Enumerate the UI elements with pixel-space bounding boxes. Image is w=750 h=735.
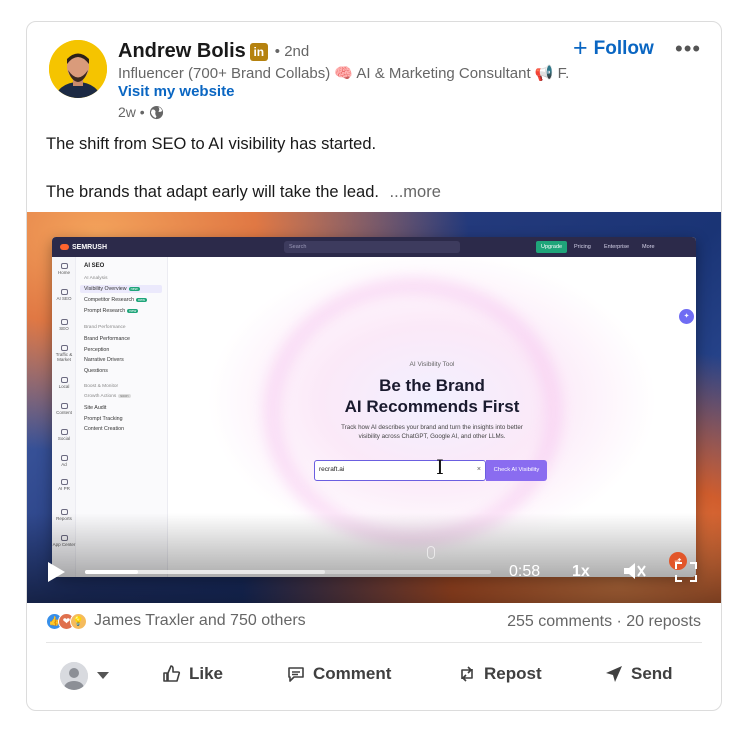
menu-title: AI SEO — [84, 263, 105, 269]
home-icon — [60, 263, 68, 269]
comment-icon — [288, 667, 304, 682]
app-topbar: SEMRUSH Search Upgrade Pricing Enterpris… — [52, 237, 696, 257]
menu-content-creation: Content Creation — [84, 426, 125, 432]
follow-label: Follow — [593, 37, 654, 59]
semrush-logo: SEMRUSH — [60, 244, 107, 251]
content-icon — [60, 403, 68, 409]
action-bar: Like Comment Repost Send — [27, 654, 721, 700]
progress-fill — [85, 570, 138, 574]
enterprise-link: Enterprise — [604, 244, 630, 250]
play-icon[interactable] — [48, 562, 65, 582]
social-icon — [60, 429, 68, 435]
reactors-text[interactable]: James Traxler and 750 others — [94, 612, 306, 630]
rail-ai-seo: AI SEO — [52, 289, 76, 301]
chevron-down-icon[interactable] — [97, 672, 109, 679]
rail-ad: Ad — [52, 455, 76, 467]
comment-label: Comment — [313, 664, 392, 683]
comments-reposts-count[interactable]: 255 comments · 20 reposts — [507, 613, 701, 631]
pricing-link: Pricing — [574, 244, 591, 250]
controls-shade — [27, 513, 721, 603]
connection-degree: • 2nd — [274, 43, 310, 60]
scroll-mouse-icon — [427, 546, 435, 559]
rail-social: Social — [52, 429, 76, 441]
playback-speed-button[interactable]: 1x — [572, 563, 590, 581]
rail-traffic: Traffic & Market — [52, 345, 76, 362]
send-icon — [606, 666, 622, 682]
app-search: Search — [284, 241, 460, 253]
check-ai-visibility-button: Check AI Visibility — [486, 460, 547, 481]
upgrade-button: Upgrade — [536, 241, 568, 253]
author-headline: Influencer (700+ Brand Collabs) 🧠 AI & M… — [118, 65, 568, 82]
video-progress-bar[interactable] — [85, 570, 491, 574]
menu-hdr-boost: Boost & Monitor — [84, 384, 119, 389]
linkedin-premium-icon: in — [249, 42, 268, 61]
post-meta: 2w • — [118, 104, 164, 120]
reactions-summary[interactable]: 👍 ❤ 💡 James Traxler and 750 others — [46, 612, 306, 630]
repost-label: Repost — [484, 664, 542, 683]
send-button[interactable]: Send — [604, 664, 673, 684]
seo-icon — [60, 319, 68, 325]
follow-button[interactable]: + Follow — [573, 36, 654, 61]
post-line-2: The brands that adapt early will take th… — [46, 183, 379, 201]
video-player[interactable]: SEMRUSH Search Upgrade Pricing Enterpris… — [27, 212, 721, 603]
like-button[interactable]: Like — [162, 664, 223, 684]
menu-growth-actions: Growth Actions soon — [84, 394, 131, 399]
menu-brand-performance: Brand Performance — [84, 336, 130, 342]
semrush-brand: SEMRUSH — [72, 243, 108, 251]
local-icon — [60, 377, 68, 383]
post-age: 2w • — [118, 104, 145, 120]
author-name[interactable]: Andrew Bolis — [118, 40, 246, 63]
assistant-bubble-icon: ✦ — [679, 309, 694, 324]
plus-icon: + — [573, 34, 588, 62]
menu-narrative-drivers: Narrative Drivers — [84, 357, 124, 363]
menu-hdr-ai-analysis: AI Analysis — [84, 276, 108, 281]
post-line-1: The shift from SEO to AI visibility has … — [46, 135, 377, 153]
semrush-logo-icon — [60, 244, 69, 250]
ai-pr-icon — [60, 479, 68, 485]
send-label: Send — [631, 664, 673, 683]
domain-input: recraft.ai × — [314, 460, 486, 481]
hero-subtitle: Track how AI describes your brand and tu… — [341, 424, 523, 440]
rail-seo: SEO — [52, 319, 76, 331]
menu-competitor-research: Competitor Research new — [84, 297, 148, 303]
menu-perception: Perception — [84, 347, 110, 353]
more-link: More — [642, 244, 655, 250]
rail-ai-pr: AI PR — [52, 479, 76, 491]
menu-site-audit: Site Audit — [84, 405, 107, 411]
muted-speaker-icon[interactable] — [622, 560, 646, 582]
repost-button[interactable]: Repost — [457, 664, 542, 684]
menu-visibility-overview: Visibility Overview new — [80, 285, 162, 293]
ad-icon — [60, 455, 68, 461]
visit-website-link[interactable]: Visit my website — [118, 83, 234, 100]
rail-home: Home — [52, 263, 76, 275]
author-avatar[interactable] — [49, 40, 107, 98]
traffic-icon — [60, 345, 68, 351]
author-line: Andrew Bolis in • 2nd — [118, 40, 309, 63]
like-label: Like — [189, 664, 224, 683]
repost-icon — [461, 666, 473, 682]
post-text: The shift from SEO to AI visibility has … — [46, 132, 441, 204]
thumbs-up-icon — [163, 665, 181, 682]
menu-questions: Questions — [84, 368, 108, 374]
menu-prompt-research: Prompt Research new — [84, 308, 139, 314]
more-options-icon[interactable]: ••• — [675, 36, 701, 62]
fullscreen-icon[interactable] — [674, 561, 698, 583]
ai-seo-icon — [60, 289, 68, 295]
menu-prompt-tracking: Prompt Tracking — [84, 416, 123, 422]
video-time: 0:58 — [509, 563, 541, 580]
reaction-identity-avatar[interactable] — [60, 662, 88, 690]
insightful-reaction-icon: 💡 — [70, 612, 87, 630]
post-card: Andrew Bolis in • 2nd Influencer (700+ B… — [26, 21, 722, 711]
see-more-link[interactable]: ...more — [390, 183, 441, 201]
hero-title: Be the Brand AI Recommends First — [344, 376, 520, 416]
comment-button[interactable]: Comment — [286, 664, 391, 684]
globe-icon — [149, 105, 163, 119]
divider — [46, 642, 702, 643]
clear-icon: × — [476, 466, 481, 473]
tool-label: AI Visibility Tool — [409, 361, 455, 368]
rail-local: Local — [52, 377, 76, 389]
menu-hdr-brand-performance: Brand Performance — [84, 325, 126, 330]
text-cursor-icon: I — [436, 455, 444, 479]
rail-content: Content — [52, 403, 76, 415]
